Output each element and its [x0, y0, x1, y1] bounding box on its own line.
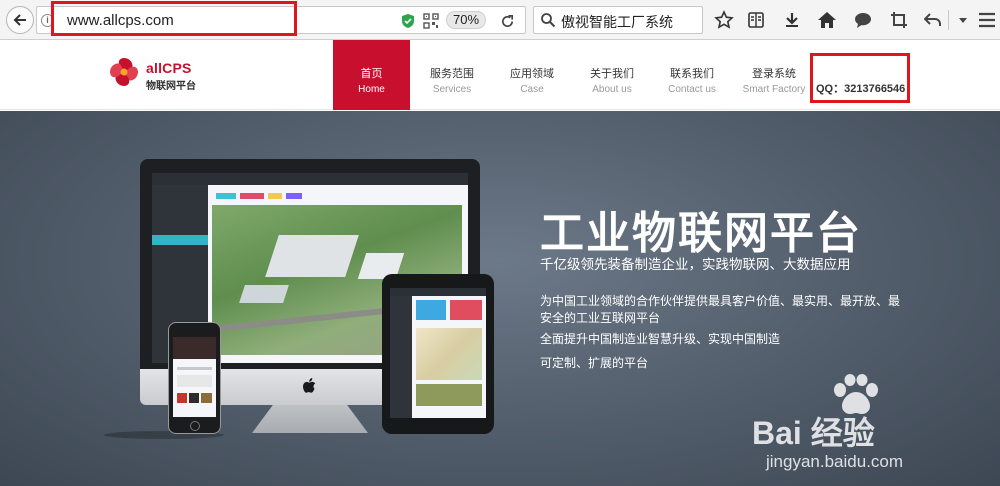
- back-button[interactable]: [6, 6, 34, 34]
- nav-home[interactable]: 首页 Home: [333, 40, 410, 110]
- reload-button[interactable]: [495, 11, 519, 31]
- crop-icon: [891, 12, 907, 28]
- hero-feature-line: 为中国工业领域的合作伙伴提供最具客户价值、最实用、最开放、最安全的工业互联网平台: [540, 294, 901, 325]
- home-icon: [818, 12, 836, 28]
- nav-label-cn: 关于我们: [590, 68, 634, 80]
- nav-label-en: Smart Factory: [742, 84, 806, 95]
- undo-icon: [924, 13, 941, 26]
- nav-label-en: Contact us: [668, 84, 716, 95]
- home-button[interactable]: [816, 9, 838, 31]
- logo-text[interactable]: allCPS: [146, 60, 192, 76]
- menu-dropdown-button[interactable]: [952, 9, 974, 31]
- hero-feature-line: 可定制、扩展的平台: [540, 356, 649, 370]
- nav-label-cn: 应用领域: [510, 68, 554, 80]
- hero-banner: 工业物联网平台 千亿级领先装备制造企业，实践物联网、大数据应用 为中国工业领域的…: [0, 111, 1000, 486]
- search-text[interactable]: 傲视智能工厂系统: [561, 12, 673, 32]
- browser-toolbar: i www.allcps.com 70% 傲视智能工厂系统: [0, 0, 1000, 40]
- toolbar-separator: [948, 10, 949, 30]
- logo-subtitle: 物联网平台: [146, 81, 196, 92]
- hamburger-menu-button[interactable]: [976, 9, 998, 31]
- nav-contact[interactable]: 联系我们 Contact us: [662, 40, 722, 110]
- reload-icon: [501, 14, 513, 27]
- url-highlight-box: [51, 1, 297, 36]
- nav-label-cn: 联系我们: [670, 68, 714, 80]
- watermark-url: jingyan.baidu.com: [766, 452, 904, 471]
- apple-logo-icon: [303, 378, 316, 393]
- nav-label-en: Services: [432, 84, 472, 95]
- menu-dropdown-icon: [959, 18, 967, 23]
- qq-highlight-box: [810, 53, 910, 103]
- nav-label-cn: 服务范围: [430, 68, 474, 80]
- nav-label-cn: 登录系统: [752, 68, 796, 80]
- bookmark-button[interactable]: [713, 9, 735, 31]
- qr-icon[interactable]: [423, 13, 439, 29]
- nav-label-en: About us: [592, 84, 632, 95]
- tablet-device-image: [382, 274, 494, 434]
- phone-device-image: [168, 322, 221, 434]
- star-icon: [714, 10, 734, 29]
- reading-list-icon: [748, 12, 764, 28]
- nav-label-en: Case: [520, 84, 544, 95]
- baidu-jingyan-watermark: Bai 经验 jingyan.baidu.com: [752, 374, 957, 471]
- nav-login[interactable]: 登录系统 Smart Factory: [740, 40, 808, 110]
- nav-label-cn: 首页: [360, 68, 383, 80]
- search-icon: [541, 13, 556, 28]
- undo-button[interactable]: [922, 9, 944, 31]
- nav-case[interactable]: 应用领域 Case: [502, 40, 562, 110]
- watermark-brand: Bai 经验: [752, 415, 875, 451]
- hero-feature-line: 全面提升中国制造业智慧升级、实现中国制造: [540, 332, 781, 346]
- chat-icon: [855, 12, 871, 28]
- shield-icon[interactable]: [401, 13, 415, 29]
- reading-list-button[interactable]: [745, 9, 767, 31]
- downloads-button[interactable]: [781, 9, 803, 31]
- hero-subtitle: 千亿级领先装备制造企业，实践物联网、大数据应用: [540, 257, 851, 272]
- hero-title: 工业物联网平台: [540, 209, 862, 258]
- hamburger-icon: [979, 12, 995, 28]
- zoom-badge[interactable]: 70%: [446, 11, 486, 29]
- crop-button[interactable]: [888, 9, 910, 31]
- logo-icon[interactable]: [108, 56, 140, 88]
- back-icon: [13, 14, 26, 26]
- chat-button[interactable]: [852, 9, 874, 31]
- nav-label-en: Home: [358, 84, 385, 95]
- nav-services[interactable]: 服务范围 Services: [422, 40, 482, 110]
- nav-about[interactable]: 关于我们 About us: [582, 40, 642, 110]
- download-icon: [786, 13, 798, 27]
- search-bar[interactable]: 傲视智能工厂系统: [533, 6, 703, 34]
